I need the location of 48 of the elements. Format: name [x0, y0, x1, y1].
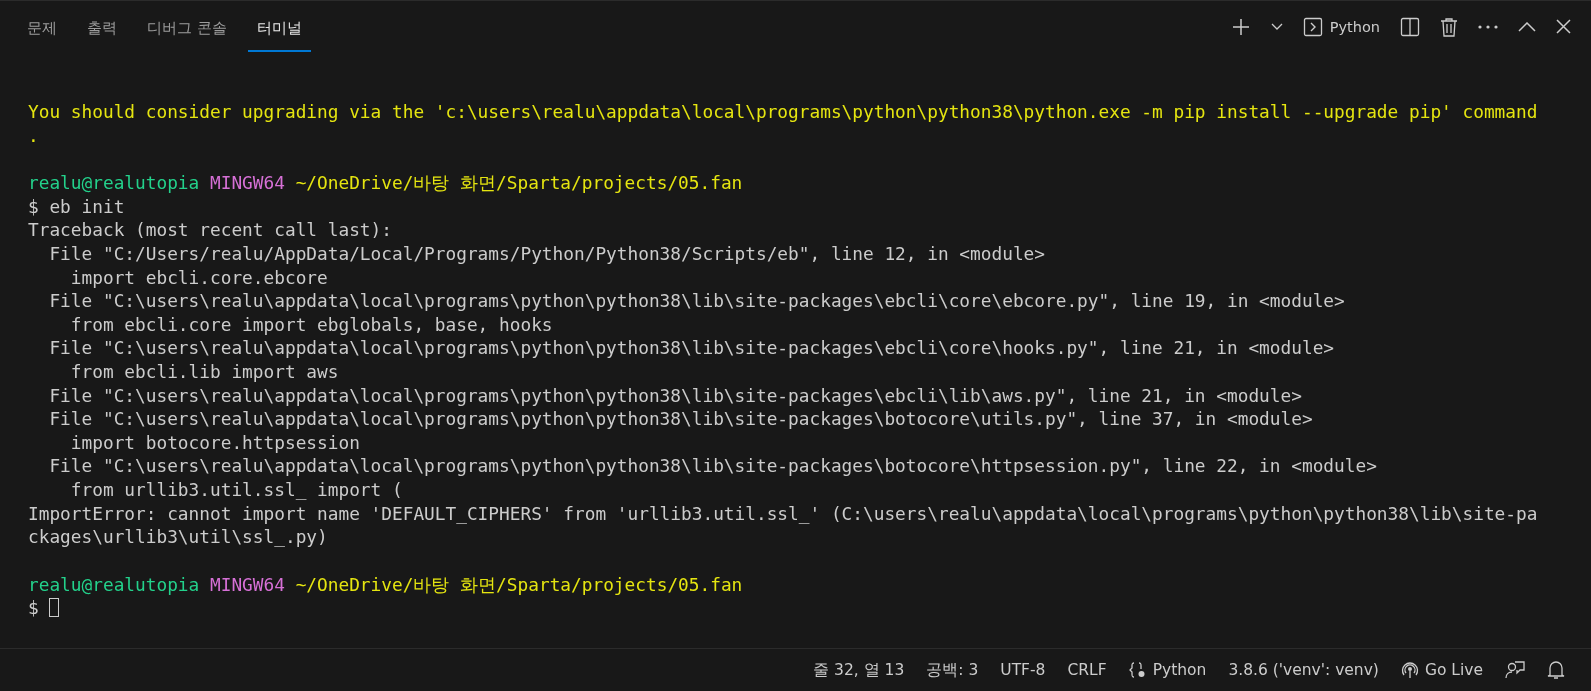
panel-tab[interactable]: 디버그 콘솔 — [138, 1, 236, 52]
split-icon[interactable] — [1400, 16, 1420, 37]
terminal-text: from ebcli.core import ebglobals, base, hooks — [69, 313, 553, 335]
terminal-text: File "C:\users\realu\appdata\local\programs\python\python38\lib\site-packages\ebcli\core\ebcore.py", line 19, in <module> — [48, 290, 1345, 312]
broadcast-icon — [1400, 661, 1419, 679]
prompt-host: MINGW64 — [210, 573, 285, 595]
panel-tab[interactable]: 문제 — [18, 1, 66, 52]
prompt-path: ~/OneDrive/바탕 화면/Sparta/projects/05.fan — [295, 573, 743, 595]
terminal-text: File "C:\users\realu\appdata\local\programs\python\python38\lib\site-packages\ebcli\core\hooks.py", line 21, in <module> — [48, 337, 1335, 359]
warning-text: . — [28, 124, 39, 146]
panel-tab[interactable]: 출력 — [78, 1, 126, 52]
close-icon[interactable] — [1556, 19, 1571, 34]
status-item[interactable]: Go Live — [1424, 661, 1483, 679]
terminal-text: File "C:\users\realu\appdata\local\programs\python\python38\lib\site-packages\ebcli\lib\aws.py", line 21, in <module> — [48, 384, 1302, 406]
panel-tab[interactable]: 터미널 — [247, 1, 311, 52]
status-item[interactable]: UTF-8 — [1000, 661, 1046, 679]
warning-text: You should consider upgrading via the 'c:\users\realu\appdata\local\programs\python\python38\python.exe -m pip install --upgrade pip' command — [28, 101, 1538, 122]
terminal-icon — [1302, 16, 1323, 37]
chevron-down-icon[interactable] — [1270, 22, 1283, 31]
terminal-text: import botocore.httpsession — [69, 431, 360, 453]
status-item[interactable]: 3.8.6 ('venv': venv) — [1228, 661, 1379, 679]
plus-icon[interactable] — [1230, 16, 1251, 37]
terminal-text: ImportError: cannot import name 'DEFAULT_CIPHERS' from 'urllib3.util.ssl_' (C:\users\realu\appdata\local\programs\python\python38\lib\site-pa — [28, 502, 1538, 524]
more-icon[interactable] — [1478, 24, 1498, 29]
terminal-text: File "C:/Users/realu/AppData/Local/Programs/Python/Python38/Scripts/eb", line 12, in <module> — [48, 242, 1045, 264]
terminal-text: from urllib3.util.ssl_ import ( — [69, 478, 403, 500]
terminal-text: from ebcli.lib import aws — [69, 360, 339, 382]
terminal-text: $ — [28, 597, 39, 619]
status-item[interactable]: Python — [1152, 661, 1207, 679]
terminal-text: $ eb init — [28, 195, 125, 217]
prompt-host: MINGW64 — [210, 172, 285, 194]
prompt-path: ~/OneDrive/바탕 화면/Sparta/projects/05.fan — [295, 172, 743, 194]
braces-icon — [1128, 661, 1147, 679]
terminal-text: import ebcli.core.ebcore — [69, 266, 328, 288]
terminal-text: ckages\urllib3\util\ssl_.py) — [28, 526, 328, 548]
status-item[interactable]: 공백: 3 — [926, 659, 979, 681]
chevron-up-icon[interactable] — [1518, 21, 1536, 32]
status-item[interactable]: CRLF — [1067, 661, 1107, 679]
terminal-profile-button[interactable]: Python — [1302, 16, 1380, 37]
prompt-user: realu@realutopia — [28, 172, 200, 194]
status-item[interactable]: 줄 32, 열 13 — [813, 659, 905, 681]
feedback-icon[interactable] — [1505, 660, 1525, 680]
trash-icon[interactable] — [1440, 16, 1458, 37]
terminal-text: Traceback (most recent call last): — [28, 219, 392, 241]
bell-icon[interactable] — [1547, 660, 1565, 680]
prompt-user: realu@realutopia — [28, 573, 200, 595]
terminal-text: File "C:\users\realu\appdata\local\programs\python\python38\lib\site-packages\botocore\httpsession.py", line 22, in <module> — [48, 455, 1377, 477]
terminal-text: File "C:\users\realu\appdata\local\programs\python\python38\lib\site-packages\botocore\utils.py", line 37, in <module> — [48, 408, 1313, 430]
